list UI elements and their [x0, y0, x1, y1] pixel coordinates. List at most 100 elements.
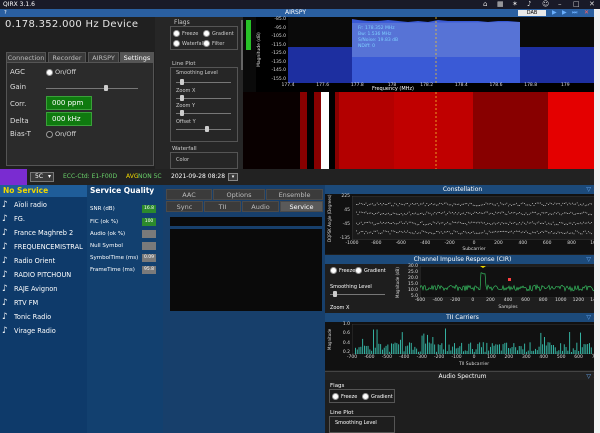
freeze-checkbox[interactable]: Freeze: [173, 30, 198, 37]
constellation-point: [503, 211, 504, 213]
biast-toggle[interactable]: On/Off: [46, 130, 76, 138]
tii-bar: [581, 347, 583, 354]
constellation-point: [420, 222, 421, 223]
agc-label: AGC: [10, 68, 25, 76]
tii-bar: [470, 342, 472, 354]
list-item[interactable]: ♪ FG.: [2, 213, 25, 226]
tab-recorder[interactable]: Recorder: [48, 52, 86, 62]
constellation-point: [541, 204, 543, 205]
play-forward-icon[interactable]: ▶: [562, 9, 567, 17]
list-item[interactable]: ♪ Radio Orient: [2, 255, 55, 268]
constellation-point: [568, 233, 570, 234]
maximize-icon[interactable]: □: [573, 0, 580, 9]
zoomy-slider-handle[interactable]: [180, 110, 184, 116]
tab-options[interactable]: Options: [213, 189, 265, 200]
smoothing-slider-handle[interactable]: [180, 79, 184, 85]
play-icon[interactable]: ▶: [552, 9, 557, 17]
audio-spectrum-title-text: Audio Spectrum: [438, 373, 487, 380]
corr-field[interactable]: 000 ppm: [46, 96, 92, 110]
zoomy-slider[interactable]: [176, 113, 231, 114]
gradient-checkbox[interactable]: Gradient: [203, 30, 234, 37]
datetime-dropdown-icon[interactable]: ▾: [228, 173, 238, 181]
offsety-slider-handle[interactable]: [205, 126, 209, 132]
constellation-point: [524, 232, 525, 233]
constellation-point: [463, 231, 464, 232]
constellation-point: [493, 204, 495, 206]
constellation-point: [552, 232, 554, 234]
tab-aac[interactable]: AAC: [166, 189, 212, 200]
list-item[interactable]: ♪ RTV FM: [2, 297, 38, 310]
audio-gradient-checkbox[interactable]: Gradient: [362, 393, 393, 400]
offsety-slider[interactable]: [176, 129, 231, 130]
constellation-point: [543, 212, 544, 214]
cir-smoothing-slider[interactable]: [330, 294, 385, 295]
list-item[interactable]: ♪ RAJE Avignon: [2, 283, 57, 296]
constellation-point: [383, 213, 384, 214]
list-item[interactable]: ♪ France Maghreb 2: [2, 227, 73, 240]
channel-select[interactable]: 5C ▾: [30, 172, 54, 182]
mode-select[interactable]: DAB: [518, 10, 546, 16]
delta-field[interactable]: 000 kHz: [46, 112, 92, 126]
filter-icon[interactable]: ▽: [586, 313, 591, 322]
tab-connection[interactable]: Connection: [6, 52, 46, 62]
home-icon[interactable]: ⌂: [483, 0, 487, 9]
filter-icon[interactable]: ▽: [586, 185, 591, 194]
zoomx-slider-handle[interactable]: [180, 95, 184, 101]
service-name: Tonic Radio: [14, 313, 52, 321]
fast-forward-icon[interactable]: ⏭: [572, 9, 577, 17]
constellation-point: [404, 222, 405, 224]
constellation-point: [447, 221, 448, 223]
constellation-point: [444, 231, 445, 233]
waterfall-plot[interactable]: [243, 92, 600, 169]
spectrum-level-fill: [246, 20, 251, 50]
audio-freeze-checkbox[interactable]: Freeze: [332, 393, 357, 400]
list-item[interactable]: ♪ Aïoli radio: [2, 199, 47, 212]
list-item[interactable]: ♪ Virage Radio: [2, 325, 56, 338]
person-icon[interactable]: ☺: [542, 0, 549, 9]
list-item[interactable]: ♪ Tonic Radio: [2, 311, 51, 324]
cir-gradient-checkbox[interactable]: Gradient: [355, 267, 386, 274]
minimize-icon[interactable]: –: [558, 0, 562, 9]
waterfall-checkbox[interactable]: Waterfall: [173, 40, 204, 47]
tab-tii[interactable]: TII: [204, 201, 241, 212]
constellation-x-tick: 600: [542, 241, 552, 246]
gain-slider[interactable]: [46, 88, 138, 89]
tab-airspy[interactable]: AIRSPY: [88, 52, 119, 62]
tii-plot[interactable]: Magnitude 1.0 0.6 0.4 0.2 -700 -600 -500 -400-…: [325, 322, 600, 370]
service-list[interactable]: ♪ Aïoli radio ♪ FG. ♪ France Maghreb 2 ♪ FRE…: [0, 197, 87, 433]
bluetooth-icon[interactable]: ✶: [512, 0, 518, 9]
constellation-point: [413, 213, 415, 215]
constellation-plot[interactable]: DQPSK Angle (Degrees) 225 45 -45 -135 -1000…: [325, 194, 600, 254]
constellation-point: [423, 214, 424, 215]
filter-icon[interactable]: ▽: [586, 255, 591, 264]
spectrum-plot[interactable]: Magnitude (dB) -85.0 -95.0 -105.0 -115.0 -12…: [243, 17, 600, 92]
record-icon[interactable]: ✕: [584, 9, 589, 17]
close-icon[interactable]: ✕: [589, 0, 595, 9]
list-item[interactable]: ♪ FREQUENCEMISTRAL: [2, 241, 83, 254]
constellation-point: [456, 231, 458, 233]
gain-slider-handle[interactable]: [104, 85, 108, 91]
smoothing-slider[interactable]: [176, 82, 231, 83]
constellation-x-tick: -600: [395, 241, 406, 246]
list-item[interactable]: ♪ RADIO PITCHOUN: [2, 269, 71, 282]
constellation-point: [372, 213, 373, 214]
quality-label-audio: Audio (ok %): [90, 231, 126, 237]
tab-ensemble[interactable]: Ensemble: [266, 189, 323, 200]
tii-bar: [428, 342, 430, 354]
constellation-point: [501, 222, 503, 224]
tab-service[interactable]: Service: [280, 201, 323, 212]
zoomx-slider[interactable]: [176, 98, 231, 99]
tab-audio[interactable]: Audio: [242, 201, 279, 212]
filter-checkbox[interactable]: Filter: [203, 40, 224, 47]
constellation-point: [376, 202, 378, 204]
tab-settings[interactable]: Settings: [120, 52, 154, 62]
microphone-icon[interactable]: ♪: [527, 0, 531, 9]
constellation-point: [378, 232, 380, 234]
agc-toggle[interactable]: On/Off: [46, 68, 76, 76]
constellation-point: [448, 223, 450, 225]
tab-sync[interactable]: Sync: [166, 201, 203, 212]
tii-bar: [484, 351, 486, 354]
grid-icon[interactable]: ▦: [497, 0, 504, 9]
cir-smoothing-handle[interactable]: [333, 291, 337, 297]
cir-freeze-checkbox[interactable]: Freeze: [330, 267, 355, 274]
